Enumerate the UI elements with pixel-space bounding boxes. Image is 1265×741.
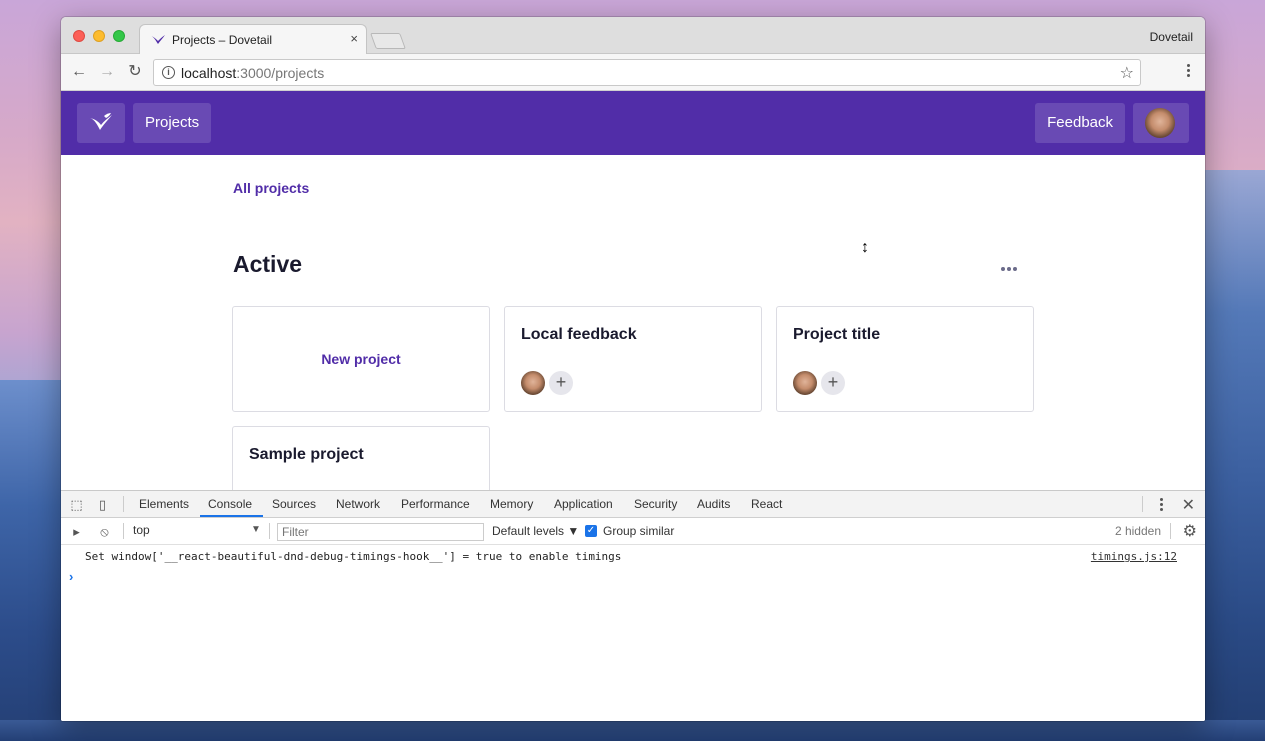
back-icon[interactable]: ← <box>69 62 89 82</box>
active-tab-indicator <box>200 515 263 517</box>
page-content: All projects Active ↕ New project Local … <box>61 155 1205 496</box>
add-member-icon[interactable]: + <box>549 371 573 395</box>
new-project-label: New project <box>321 351 401 367</box>
console-source-link[interactable]: timings.js:12 <box>1091 550 1177 563</box>
inspect-element-icon[interactable]: ⬚ <box>69 497 84 512</box>
group-similar-label[interactable]: Group similar <box>603 524 674 538</box>
address-bar[interactable]: i localhost:3000/projects ☆ <box>153 59 1141 86</box>
console-sidebar-icon[interactable]: ▸ <box>69 524 84 539</box>
divider <box>1142 496 1143 512</box>
console-filter-bar: ▸ ⦸ top ▼ Default levels ▼ ✓ Group simil… <box>61 518 1205 545</box>
context-selector[interactable]: top <box>133 523 263 537</box>
dovetail-logo-button[interactable] <box>77 103 125 143</box>
more-options-icon[interactable] <box>1001 258 1025 271</box>
console-prompt[interactable]: › <box>69 569 73 584</box>
divider <box>269 523 270 539</box>
project-title: Sample project <box>249 446 364 463</box>
tab-sources[interactable]: Sources <box>272 497 316 511</box>
tab-title: Projects – Dovetail <box>172 33 273 47</box>
section-title-active: Active <box>233 251 303 277</box>
url-text: localhost:3000/projects <box>181 65 324 81</box>
console-filter-input[interactable] <box>277 523 484 541</box>
console-message: Set window['__react-beautiful-dnd-debug-… <box>85 550 622 563</box>
desktop-wallpaper-right <box>1203 170 1265 741</box>
desktop-wallpaper-left <box>0 380 62 741</box>
project-card[interactable]: Sample project <box>232 426 490 496</box>
profile-name[interactable]: Dovetail <box>1150 30 1193 44</box>
chevron-down-icon[interactable]: ▼ <box>251 524 261 535</box>
member-avatar <box>793 371 817 395</box>
desktop-wallpaper-bottom <box>0 720 1265 741</box>
tab-react[interactable]: React <box>751 497 782 511</box>
forward-icon[interactable]: → <box>97 62 117 82</box>
add-member-icon[interactable]: + <box>821 371 845 395</box>
tab-network[interactable]: Network <box>336 497 380 511</box>
maximize-window-button[interactable] <box>113 30 125 42</box>
project-title: Local feedback <box>521 326 637 343</box>
tab-application[interactable]: Application <box>554 497 613 511</box>
new-tab-button[interactable] <box>370 33 406 49</box>
tab-close-icon[interactable]: × <box>350 31 358 46</box>
dovetail-logo-icon <box>90 113 112 130</box>
site-info-icon[interactable]: i <box>162 66 175 79</box>
gear-icon[interactable]: ⚙ <box>1183 521 1197 541</box>
tab-audits[interactable]: Audits <box>697 497 730 511</box>
new-project-card[interactable]: New project <box>232 306 490 412</box>
tab-memory[interactable]: Memory <box>490 497 533 511</box>
devtools-close-icon[interactable]: ✕ <box>1182 495 1195 515</box>
mouse-cursor-icon: ↕ <box>861 239 869 256</box>
reload-icon[interactable]: ↻ <box>125 62 145 82</box>
tab-strip: Projects – Dovetail × Dovetail <box>61 17 1205 55</box>
user-menu-button[interactable] <box>1133 103 1189 143</box>
bookmark-star-icon[interactable]: ☆ <box>1120 63 1134 83</box>
project-title: Project title <box>793 326 881 343</box>
devtools-tab-bar: ⬚ ▯ Elements Console Sources Network Per… <box>61 491 1205 518</box>
browser-window: Projects – Dovetail × Dovetail ← → ↻ i l… <box>61 17 1205 721</box>
dovetail-favicon-icon <box>151 35 165 44</box>
projects-nav-button[interactable]: Projects <box>133 103 212 143</box>
tab-elements[interactable]: Elements <box>139 497 189 511</box>
tab-console[interactable]: Console <box>208 497 252 511</box>
divider <box>123 496 124 512</box>
member-avatar <box>521 371 545 395</box>
tab-performance[interactable]: Performance <box>401 497 470 511</box>
log-levels-dropdown[interactable]: Default levels ▼ <box>492 524 579 538</box>
close-window-button[interactable] <box>73 30 85 42</box>
user-avatar <box>1145 108 1175 138</box>
divider <box>1170 523 1171 539</box>
browser-toolbar: ← → ↻ i localhost:3000/projects ☆ <box>61 54 1205 91</box>
browser-tab-projects[interactable]: Projects – Dovetail × <box>139 24 367 55</box>
group-similar-checkbox[interactable]: ✓ <box>585 525 597 537</box>
url-path: :3000/projects <box>236 65 325 81</box>
feedback-button[interactable]: Feedback <box>1035 103 1125 143</box>
all-projects-link[interactable]: All projects <box>233 180 309 196</box>
browser-menu-icon[interactable] <box>1187 64 1191 79</box>
devtools-menu-icon[interactable] <box>1160 498 1163 513</box>
project-card[interactable]: Local feedback + <box>504 306 762 412</box>
device-toolbar-icon[interactable]: ▯ <box>95 497 110 512</box>
project-card[interactable]: Project title + <box>776 306 1034 412</box>
minimize-window-button[interactable] <box>93 30 105 42</box>
app-header: Projects Feedback <box>61 91 1205 155</box>
tab-security[interactable]: Security <box>634 497 677 511</box>
devtools-panel: ⬚ ▯ Elements Console Sources Network Per… <box>61 490 1205 721</box>
url-host: localhost <box>181 65 237 81</box>
clear-console-icon[interactable]: ⦸ <box>97 524 112 539</box>
hidden-messages-count: 2 hidden <box>1114 524 1161 538</box>
divider <box>123 523 124 539</box>
